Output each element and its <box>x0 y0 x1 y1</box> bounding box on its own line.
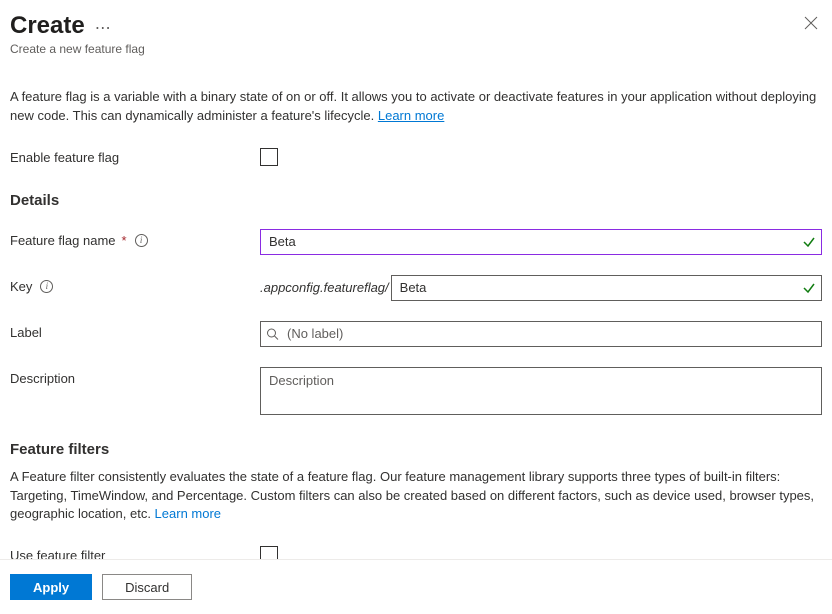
close-icon <box>804 16 818 30</box>
filters-learn-more-link[interactable]: Learn more <box>155 506 221 521</box>
enable-flag-label: Enable feature flag <box>10 146 260 165</box>
details-heading: Details <box>10 192 822 209</box>
info-icon[interactable]: i <box>135 234 148 247</box>
footer: Apply Discard <box>0 559 832 614</box>
page-title: Create <box>10 12 85 40</box>
description-row: Description <box>10 367 822 415</box>
filters-intro: A Feature filter consistently evaluates … <box>10 468 822 525</box>
name-input[interactable] <box>260 229 822 255</box>
name-row: Feature flag name* i <box>10 229 822 255</box>
enable-flag-row: Enable feature flag <box>10 146 822 166</box>
label-input[interactable] <box>260 321 822 347</box>
label-label: Label <box>10 321 260 340</box>
intro-text: A feature flag is a variable with a bina… <box>10 88 822 126</box>
close-button[interactable] <box>800 12 822 38</box>
filters-body: A Feature filter consistently evaluates … <box>10 469 814 522</box>
discard-button[interactable]: Discard <box>102 574 192 600</box>
required-indicator: * <box>122 233 127 248</box>
name-label: Feature flag name* i <box>10 229 260 248</box>
filters-heading: Feature filters <box>10 441 822 458</box>
key-prefix: .appconfig.featureflag/ <box>260 280 391 295</box>
more-actions-icon[interactable]: ⋯ <box>95 15 111 37</box>
description-input[interactable] <box>260 367 822 415</box>
intro-learn-more-link[interactable]: Learn more <box>378 108 444 123</box>
key-label: Key i <box>10 275 260 294</box>
page-subtitle: Create a new feature flag <box>10 42 145 56</box>
label-row: Label <box>10 321 822 347</box>
panel-header: Create ⋯ Create a new feature flag <box>10 12 822 56</box>
description-label: Description <box>10 367 260 386</box>
key-input[interactable] <box>391 275 822 301</box>
apply-button[interactable]: Apply <box>10 574 92 600</box>
info-icon[interactable]: i <box>40 280 53 293</box>
enable-flag-checkbox[interactable] <box>260 148 278 166</box>
key-row: Key i .appconfig.featureflag/ <box>10 275 822 301</box>
